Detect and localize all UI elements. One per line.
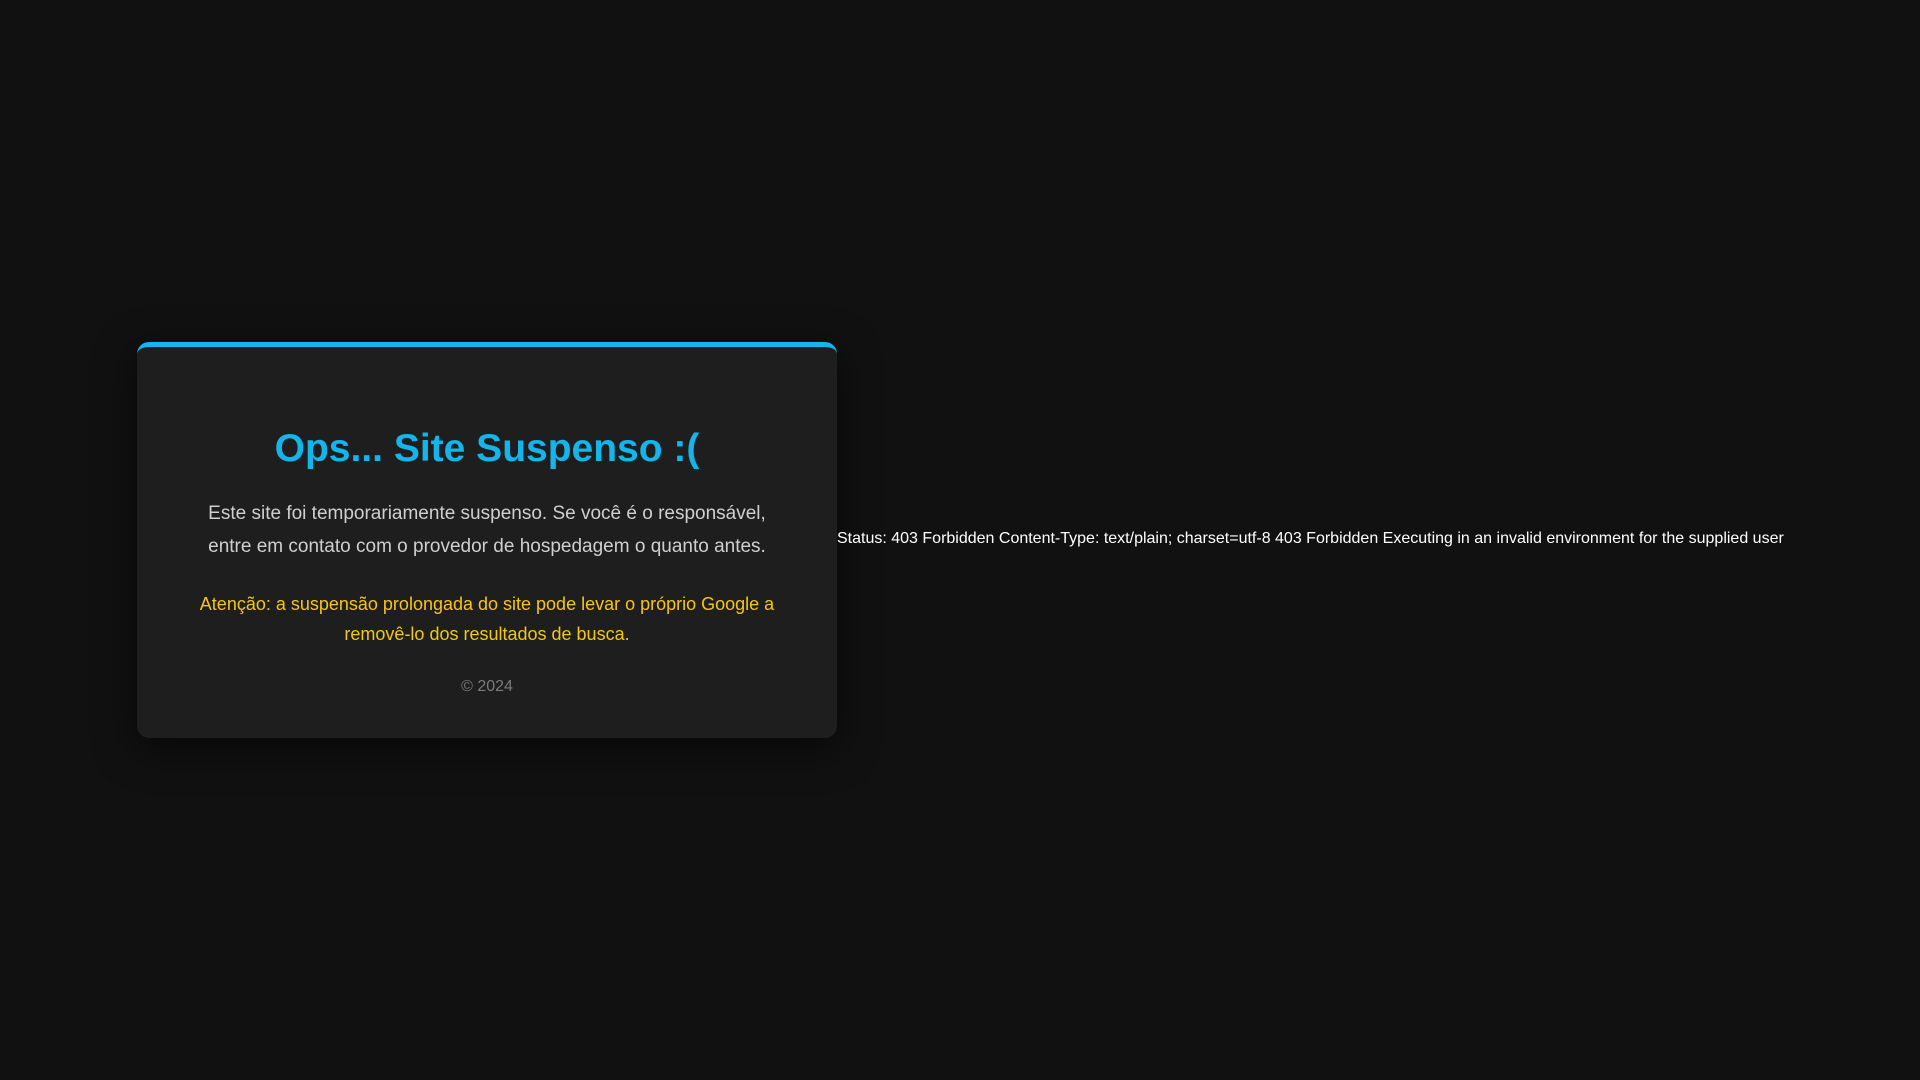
http-status-text: Status: 403 Forbidden Content-Type: text… — [837, 530, 1784, 547]
google-warning: Atenção: a suspensão prolongada do site … — [199, 594, 775, 644]
copyright-footer: © 2024 — [461, 678, 513, 695]
page-title: Ops... Site Suspenso :( — [274, 427, 700, 470]
suspension-message: Este site foi temporariamente suspenso. … — [208, 503, 766, 557]
suspension-card: Ops... Site Suspenso :( Este site foi te… — [137, 342, 837, 738]
